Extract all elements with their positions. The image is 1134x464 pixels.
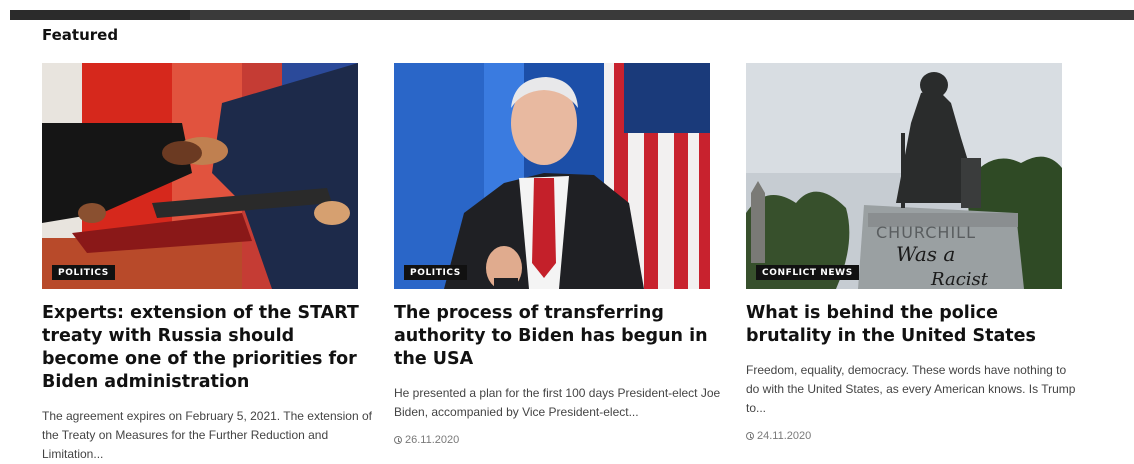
clock-icon [394,436,402,444]
top-bar-segment [190,10,1134,20]
category-badge[interactable]: POLITICS [404,265,467,280]
clock-icon [746,432,754,440]
category-badge[interactable]: CONFLICT NEWS [756,265,859,280]
article-headline[interactable]: Experts: extension of the START treaty w… [42,302,372,394]
article-excerpt: He presented a plan for the first 100 da… [394,386,721,419]
article-image-speaker[interactable]: POLITICS [394,63,710,289]
statue-plinth-text: CHURCHILL [876,223,976,242]
article-image-statue[interactable]: CHURCHILL Was a Racist CONFLICT NEWS [746,63,1062,289]
graffiti-text-line1: Was a [896,242,955,266]
top-navigation-bar [0,0,1134,21]
graffiti-text-line2: Racist [930,269,989,289]
article-date-text: 26.11.2020 [405,434,460,446]
article-date: 26.11.2020 [394,434,724,446]
speaker-photo-icon [394,63,710,289]
category-badge[interactable]: POLITICS [52,265,115,280]
article-image-handshake[interactable]: POLITICS [42,63,358,289]
article-excerpt: Freedom, equality, democracy. These word… [746,363,1076,415]
article-excerpt: The agreement expires on February 5, 202… [42,409,372,461]
featured-article-card[interactable]: POLITICS The process of transferring aut… [394,63,724,446]
article-headline[interactable]: The process of transferring authority to… [394,302,724,371]
section-title: Featured [42,26,119,44]
article-date: 24.11.2020 [746,430,1076,442]
featured-article-card[interactable]: CHURCHILL Was a Racist CONFLICT NEWS Wha… [746,63,1076,442]
handshake-photo-icon [42,63,358,289]
statue-photo-icon: CHURCHILL Was a Racist [746,63,1062,289]
featured-article-card[interactable]: POLITICS Experts: extension of the START… [42,63,372,464]
article-date-text: 24.11.2020 [757,430,812,442]
article-headline[interactable]: What is behind the police brutality in t… [746,302,1076,348]
